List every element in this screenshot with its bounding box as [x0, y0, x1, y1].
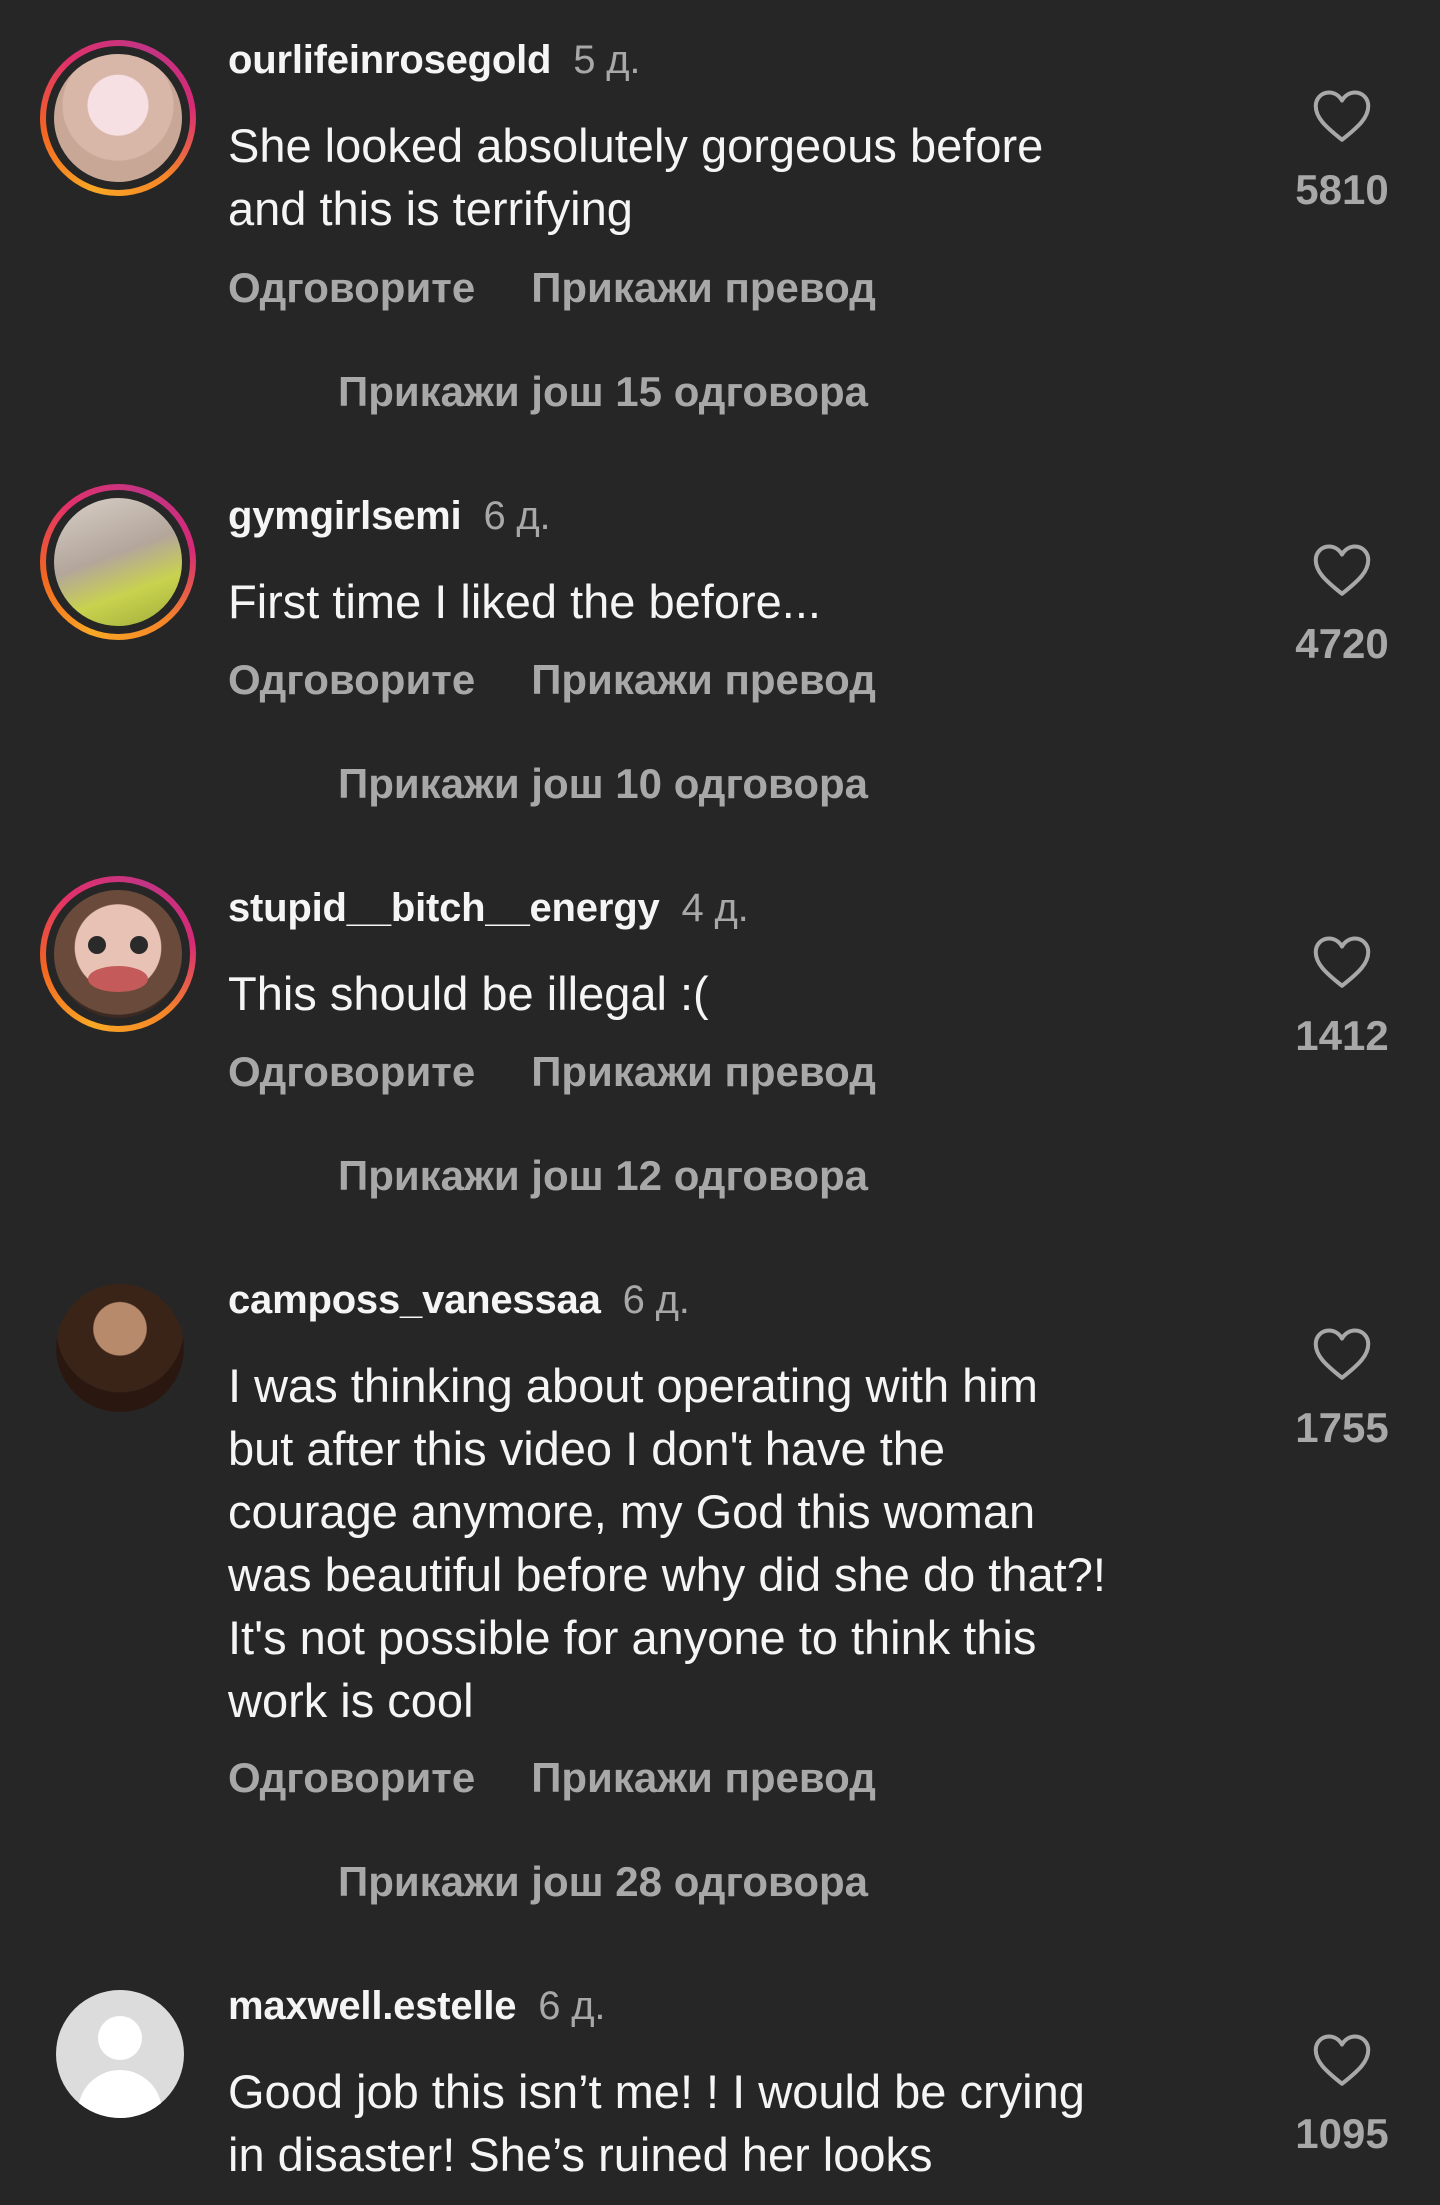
view-more-replies-button[interactable]: Прикажи још 28 одговора [338, 1858, 868, 1906]
avatar[interactable] [40, 1974, 196, 2130]
avatar-image [54, 890, 182, 1018]
comment-time: 5 д. [573, 38, 641, 82]
avatar[interactable] [40, 876, 196, 1032]
comment-header: ourlifeinrosegold 5 д. [228, 38, 640, 83]
view-more-replies-button[interactable]: Прикажи још 10 одговора [338, 760, 868, 808]
heart-outline-icon[interactable] [1312, 934, 1372, 990]
view-more-replies-button[interactable]: Прикажи још 15 одговора [338, 368, 868, 416]
comment-actions: Одговорите Прикажи превод [228, 1048, 876, 1096]
comment-text: She looked absolutely gorgeous before an… [228, 119, 1044, 235]
avatar-image [56, 1284, 184, 1412]
comment-time: 4 д. [681, 886, 749, 930]
comment-actions: Одговорите Прикажи превод [228, 656, 876, 704]
comment-time: 6 д. [622, 1278, 690, 1322]
avatar-image [54, 498, 182, 626]
avatar-image [54, 54, 182, 182]
view-more-replies-button[interactable]: Прикажи још 12 одговора [338, 1152, 868, 1200]
comment-header: maxwell.estelle 6 д. [228, 1984, 606, 2029]
comment-text: This should be illegal :( [228, 967, 709, 1020]
like-count: 1412 [1295, 1012, 1389, 1059]
username[interactable]: ourlifeinrosegold [228, 38, 551, 82]
heart-outline-icon[interactable] [1312, 1326, 1372, 1382]
reply-button[interactable]: Одговорите [228, 264, 475, 311]
like-count: 1095 [1295, 2110, 1389, 2157]
comment-text: Good job this isn’t me! ! I would be cry… [228, 2065, 1085, 2181]
avatar[interactable] [40, 40, 196, 196]
default-avatar-icon [56, 1990, 184, 2118]
heart-outline-icon[interactable] [1312, 542, 1372, 598]
username[interactable]: stupid__bitch__energy [228, 886, 660, 930]
heart-outline-icon[interactable] [1312, 2032, 1372, 2088]
comment-header: gymgirlsemi 6 д. [228, 494, 551, 539]
show-translation-button[interactable]: Прикажи превод [531, 264, 876, 311]
comment-text: I was thinking about operating with him … [228, 1359, 1106, 1727]
reply-button[interactable]: Одговорите [228, 1048, 475, 1095]
like-count: 1755 [1295, 1404, 1389, 1451]
show-translation-button[interactable]: Прикажи превод [531, 656, 876, 703]
username[interactable]: gymgirlsemi [228, 494, 462, 538]
heart-outline-icon[interactable] [1312, 88, 1372, 144]
show-translation-button[interactable]: Прикажи превод [531, 1754, 876, 1801]
show-translation-button[interactable]: Прикажи превод [531, 1048, 876, 1095]
reply-button[interactable]: Одговорите [228, 1754, 475, 1801]
like-count: 4720 [1295, 620, 1389, 667]
avatar[interactable] [40, 484, 196, 640]
comment-header: stupid__bitch__energy 4 д. [228, 886, 749, 931]
comment-header: camposs_vanessaa 6 д. [228, 1278, 690, 1323]
comment-time: 6 д. [538, 1984, 606, 2028]
reply-button[interactable]: Одговорите [228, 656, 475, 703]
like-count: 5810 [1295, 166, 1389, 213]
comment-time: 6 д. [483, 494, 551, 538]
comment-actions: Одговорите Прикажи превод [228, 264, 876, 312]
comment-text: First time I liked the before... [228, 575, 821, 628]
avatar[interactable] [40, 1268, 196, 1424]
username[interactable]: camposs_vanessaa [228, 1278, 601, 1322]
username[interactable]: maxwell.estelle [228, 1984, 516, 2028]
comment-actions: Одговорите Прикажи превод [228, 1754, 876, 1802]
